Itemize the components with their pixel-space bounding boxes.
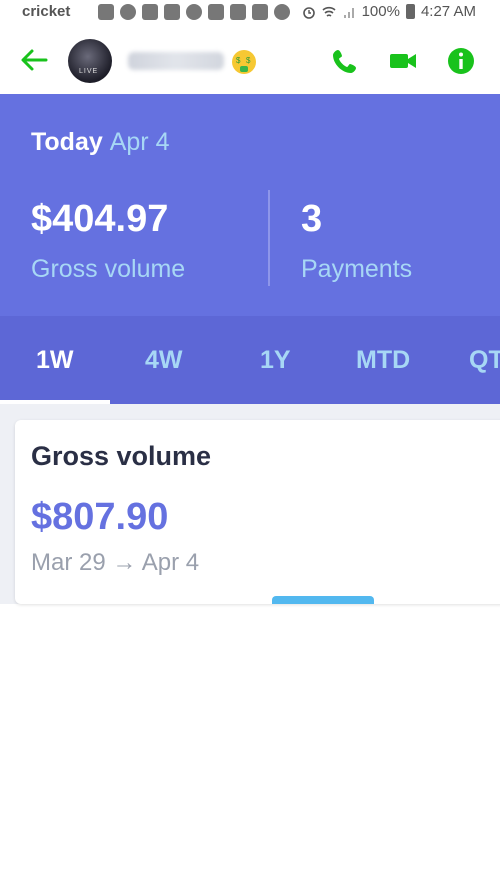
metric-divider bbox=[268, 190, 270, 286]
system-icons: 100% 4:27 AM bbox=[302, 3, 476, 20]
info-icon[interactable] bbox=[446, 46, 476, 76]
notification-icons bbox=[98, 3, 290, 21]
wifi-icon bbox=[322, 6, 336, 17]
game-icon bbox=[98, 4, 114, 20]
avatar-live-label: LIVE bbox=[79, 68, 99, 75]
tab-1w[interactable]: 1W bbox=[36, 346, 74, 375]
svg-text:$: $ bbox=[246, 56, 251, 65]
card-date-range: Mar 29 → Apr 4 bbox=[31, 549, 200, 576]
messenger-icon bbox=[274, 4, 290, 20]
today-label: Today bbox=[31, 128, 103, 156]
card-amount: $807.90 bbox=[31, 496, 169, 538]
today-heading: Today Apr 4 bbox=[31, 128, 169, 157]
today-summary-panel: Today Apr 4 $404.97 Gross volume 3 Payme… bbox=[0, 94, 500, 316]
back-arrow-icon[interactable] bbox=[18, 44, 50, 76]
payments-value: 3 bbox=[301, 198, 323, 240]
contact-name[interactable] bbox=[128, 52, 224, 70]
alarm-clock-icon bbox=[302, 6, 315, 19]
status-bar: cricket 100% 4:27 AM bbox=[0, 0, 500, 24]
alarm-icon bbox=[186, 4, 202, 20]
play-store-icon bbox=[208, 4, 224, 20]
chat-header: LIVE $ $ bbox=[0, 24, 500, 94]
video-call-icon[interactable] bbox=[388, 46, 418, 76]
image-icon bbox=[164, 4, 180, 20]
app-square-icon bbox=[142, 4, 158, 20]
signal-icon bbox=[343, 7, 354, 18]
carrier-label: cricket bbox=[22, 3, 71, 20]
tab-1y[interactable]: 1Y bbox=[260, 346, 291, 375]
maps-icon bbox=[252, 4, 268, 20]
gross-volume-value: $404.97 bbox=[31, 198, 169, 240]
battery-icon bbox=[405, 4, 415, 19]
gross-volume-label: Gross volume bbox=[31, 255, 186, 283]
battery-percent: 100% bbox=[361, 3, 400, 20]
phone-call-icon[interactable] bbox=[330, 46, 360, 76]
card-title: Gross volume bbox=[31, 441, 212, 471]
tab-4w[interactable]: 4W bbox=[145, 346, 183, 375]
svg-text:$: $ bbox=[236, 56, 241, 65]
money-face-emoji-icon: $ $ bbox=[232, 50, 256, 74]
clock: 4:27 AM bbox=[420, 3, 476, 20]
telegram-icon bbox=[230, 4, 246, 20]
avatar[interactable] bbox=[68, 39, 112, 83]
period-tabs: 1W 4W 1Y MTD QT bbox=[0, 316, 500, 404]
payments-label: Payments bbox=[301, 255, 413, 283]
tab-qtd[interactable]: QT bbox=[469, 346, 500, 375]
tab-mtd[interactable]: MTD bbox=[356, 346, 410, 375]
chart-bar bbox=[272, 596, 374, 604]
dollar-icon bbox=[120, 4, 136, 20]
today-date: Apr 4 bbox=[109, 128, 170, 156]
